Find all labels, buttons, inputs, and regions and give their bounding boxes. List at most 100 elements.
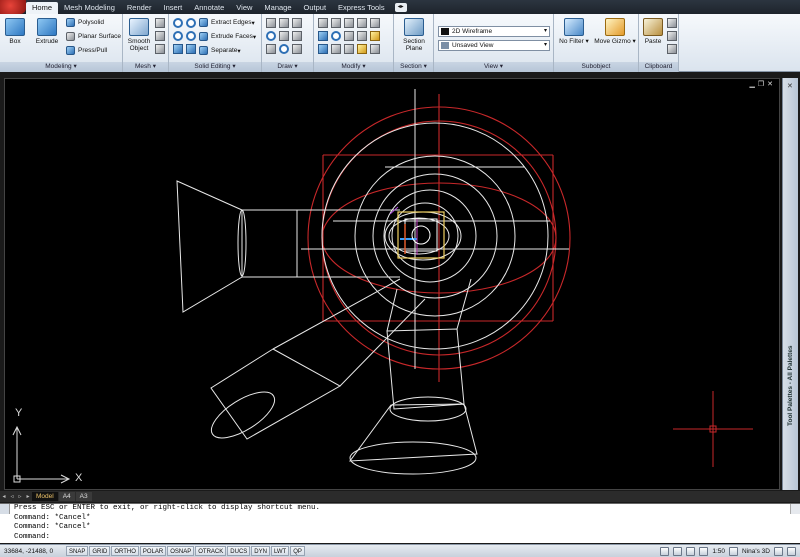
visual-style-dropdown[interactable]: 2D Wireframe ▾: [438, 26, 550, 37]
ortho-toggle[interactable]: ORTHO: [111, 546, 139, 556]
rotate-icon[interactable]: [331, 18, 341, 28]
ducs-toggle[interactable]: DUCS: [227, 546, 251, 556]
move-icon[interactable]: [318, 18, 328, 28]
rectangle-icon[interactable]: [279, 31, 289, 41]
tab-model[interactable]: Model: [32, 492, 58, 501]
shell-icon[interactable]: [186, 44, 196, 54]
copy-icon[interactable]: [357, 18, 367, 28]
arc-icon[interactable]: [292, 18, 302, 28]
panel-title-view[interactable]: View ▾: [434, 62, 553, 72]
polyline-icon[interactable]: [279, 18, 289, 28]
union-icon[interactable]: [173, 18, 183, 28]
prev-layout-icon[interactable]: ◃: [8, 493, 16, 500]
polar-toggle[interactable]: POLAR: [139, 546, 167, 556]
mesh-icon[interactable]: [155, 31, 165, 41]
minimize-ribbon-button[interactable]: ◂▸: [394, 3, 407, 12]
workspace-switcher[interactable]: Nina's 3D: [742, 548, 770, 555]
move-gizmo-button[interactable]: Move Gizmo ▾: [594, 18, 636, 45]
pan-icon[interactable]: [686, 546, 696, 556]
extract-edges-button[interactable]: Extract Edges ▾: [199, 18, 255, 27]
tab-home[interactable]: Home: [26, 2, 59, 14]
quick-view-icon[interactable]: [673, 546, 683, 556]
3d-move-icon[interactable]: [318, 31, 328, 41]
panel-title-section[interactable]: Section ▾: [394, 62, 433, 72]
tab-manage[interactable]: Manage: [258, 2, 297, 14]
command-line-grip[interactable]: [0, 504, 10, 514]
zoom-icon[interactable]: [699, 546, 709, 556]
3d-align-icon[interactable]: [318, 44, 328, 54]
cut-icon[interactable]: [667, 18, 677, 28]
panel-title-draw[interactable]: Draw ▾: [262, 62, 313, 72]
close-icon[interactable]: ✕: [767, 81, 773, 89]
last-layout-icon[interactable]: ▸: [24, 493, 32, 500]
panel-title-mesh[interactable]: Mesh ▾: [123, 62, 168, 72]
drawing-viewport[interactable]: Y X ▁ ❐ ✕: [4, 78, 780, 490]
annotation-visibility-icon[interactable]: [729, 546, 739, 556]
mesh-icon[interactable]: [155, 44, 165, 54]
tab-a4[interactable]: A4: [58, 492, 75, 501]
otrack-toggle[interactable]: OTRACK: [195, 546, 227, 556]
panel-title-subobject[interactable]: Subobject: [554, 62, 638, 72]
array-icon[interactable]: [357, 31, 367, 41]
grid-toggle[interactable]: GRID: [89, 546, 111, 556]
3d-rotate-icon[interactable]: [331, 31, 341, 41]
tab-mesh-modeling[interactable]: Mesh Modeling: [58, 2, 121, 14]
stretch-icon[interactable]: [344, 44, 354, 54]
tab-render[interactable]: Render: [121, 2, 158, 14]
slice-icon[interactable]: [186, 31, 196, 41]
restore-icon[interactable]: ❐: [758, 81, 764, 89]
palette-close-icon[interactable]: ✕: [787, 82, 793, 90]
dyn-toggle[interactable]: DYN: [251, 546, 270, 556]
command-prompt[interactable]: Command:: [14, 533, 800, 543]
tab-output[interactable]: Output: [298, 2, 333, 14]
spline-icon[interactable]: [292, 31, 302, 41]
next-layout-icon[interactable]: ▹: [16, 493, 24, 500]
snap-toggle[interactable]: SNAP: [66, 546, 89, 556]
copy-clip-icon[interactable]: [667, 31, 677, 41]
polygon-icon[interactable]: [266, 44, 276, 54]
ellipse-icon[interactable]: [279, 44, 289, 54]
command-line-scrollbar[interactable]: [790, 504, 800, 514]
tool-palettes-strip[interactable]: ✕ Tool Palettes - All Palettes: [782, 78, 798, 490]
no-filter-button[interactable]: No Filter ▾: [557, 18, 591, 45]
annotation-scale[interactable]: 1:50: [712, 548, 725, 555]
panel-title-modeling[interactable]: Modeling ▾: [0, 62, 122, 72]
tab-a3[interactable]: A3: [75, 492, 92, 501]
hatch-icon[interactable]: [292, 44, 302, 54]
command-line[interactable]: Press ESC or ENTER to exit, or right-cli…: [0, 503, 800, 543]
intersect-icon[interactable]: [173, 31, 183, 41]
panel-title-modify[interactable]: Modify ▾: [314, 62, 393, 72]
minimize-icon[interactable]: ▁: [749, 81, 754, 89]
smooth-object-button[interactable]: Smooth Object: [125, 18, 153, 52]
qp-toggle[interactable]: QP: [290, 546, 305, 556]
erase-icon[interactable]: [357, 44, 367, 54]
panel-title-solid-editing[interactable]: Solid Editing ▾: [169, 62, 261, 72]
mirror-icon[interactable]: [344, 31, 354, 41]
model-space-icon[interactable]: [660, 546, 670, 556]
extrude-faces-button[interactable]: Extrude Faces ▾: [199, 32, 256, 41]
coordinate-readout[interactable]: 33684, -21488, 0: [0, 548, 66, 555]
separate-button[interactable]: Separate ▾: [199, 46, 241, 55]
tab-annotate[interactable]: Annotate: [188, 2, 230, 14]
polysolid-button[interactable]: Polysolid: [66, 18, 104, 27]
application-menu-button[interactable]: [0, 0, 26, 14]
circle-icon[interactable]: [266, 31, 276, 41]
extrude-button[interactable]: Extrude: [30, 18, 64, 45]
panel-title-clipboard[interactable]: Clipboard: [639, 62, 678, 72]
mesh-icon[interactable]: [155, 18, 165, 28]
box-button[interactable]: Box: [3, 18, 27, 45]
align-icon[interactable]: [344, 18, 354, 28]
fillet-icon[interactable]: [370, 31, 380, 41]
press-pull-button[interactable]: Press/Pull: [66, 46, 107, 55]
imprint-icon[interactable]: [173, 44, 183, 54]
clean-screen-icon[interactable]: [787, 546, 796, 556]
line-icon[interactable]: [266, 18, 276, 28]
lock-icon[interactable]: [774, 546, 783, 556]
planar-surface-button[interactable]: Planar Surface: [66, 32, 121, 41]
section-plane-button[interactable]: Section Plane: [397, 18, 431, 52]
match-properties-icon[interactable]: [667, 44, 677, 54]
trim-icon[interactable]: [370, 18, 380, 28]
first-layout-icon[interactable]: ◂: [0, 493, 8, 500]
explode-icon[interactable]: [370, 44, 380, 54]
tab-insert[interactable]: Insert: [157, 2, 188, 14]
